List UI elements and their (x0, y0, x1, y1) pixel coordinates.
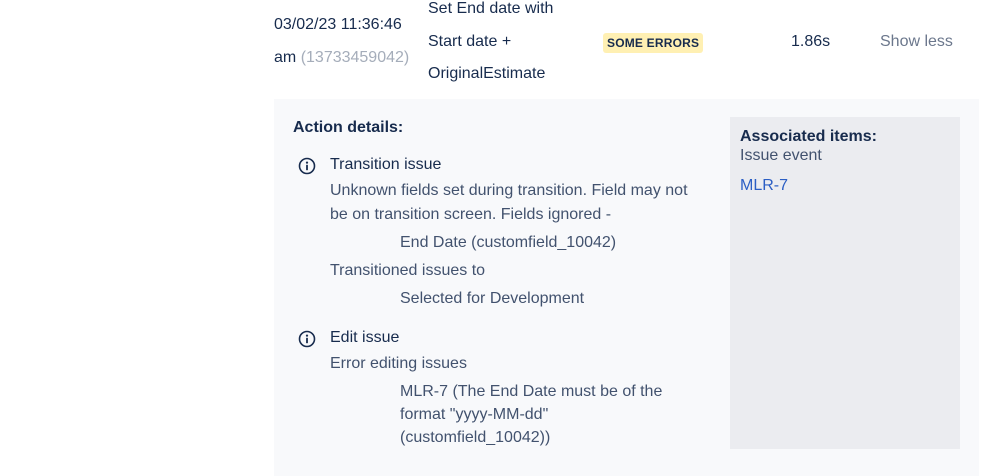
audit-log-row: 03/02/23 11:36:46 am (13733459042) Set E… (0, 0, 999, 100)
action-message: Transitioned issues to (330, 262, 486, 279)
action-title: Transition issue (330, 156, 442, 173)
action-message: Error editing issues (330, 355, 467, 372)
time-suffix: am (274, 49, 297, 66)
issue-link-mlr-7[interactable]: MLR-7 (740, 177, 788, 195)
action-details-title: Action details: (293, 119, 404, 136)
action-title: Edit issue (330, 329, 400, 346)
action-detail: format "yyyy-MM-dd" (400, 406, 549, 423)
associated-items-box: Associated items: Issue event MLR-7 (730, 117, 960, 449)
action-details-panel: Action details: Transition issue Unknown… (274, 99, 979, 476)
duration: 1.86s (791, 33, 831, 50)
associated-item-type: Issue event (740, 147, 822, 164)
execution-id: (13733459042) (300, 49, 410, 66)
info-icon (298, 330, 316, 348)
associated-items-title: Associated items: (740, 128, 877, 145)
rule-name: Set End date with Start date + OriginalE… (428, 0, 588, 91)
info-icon (298, 157, 316, 175)
action-detail: End Date (customfield_10042) (400, 234, 617, 251)
action-message: Unknown fields set during transition. Fi… (330, 182, 688, 199)
action-detail: Selected for Development (400, 290, 585, 307)
action-detail: MLR-7 (The End Date must be of the (400, 383, 663, 400)
action-message: be on transition screen. Fields ignored … (330, 206, 612, 223)
rule-name-line: OriginalEstimate (428, 65, 546, 82)
show-less-button[interactable]: Show less (880, 33, 953, 51)
execution-time-line: am (13733459042) (274, 49, 409, 67)
rule-name-line: Start date + (428, 32, 512, 50)
rule-name-line: Set End date with (428, 0, 554, 17)
action-detail: (customfield_10042)) (400, 429, 551, 446)
status-badge: SOME ERRORS (603, 33, 704, 53)
execution-date: 03/02/23 11:36:46 (274, 16, 402, 33)
